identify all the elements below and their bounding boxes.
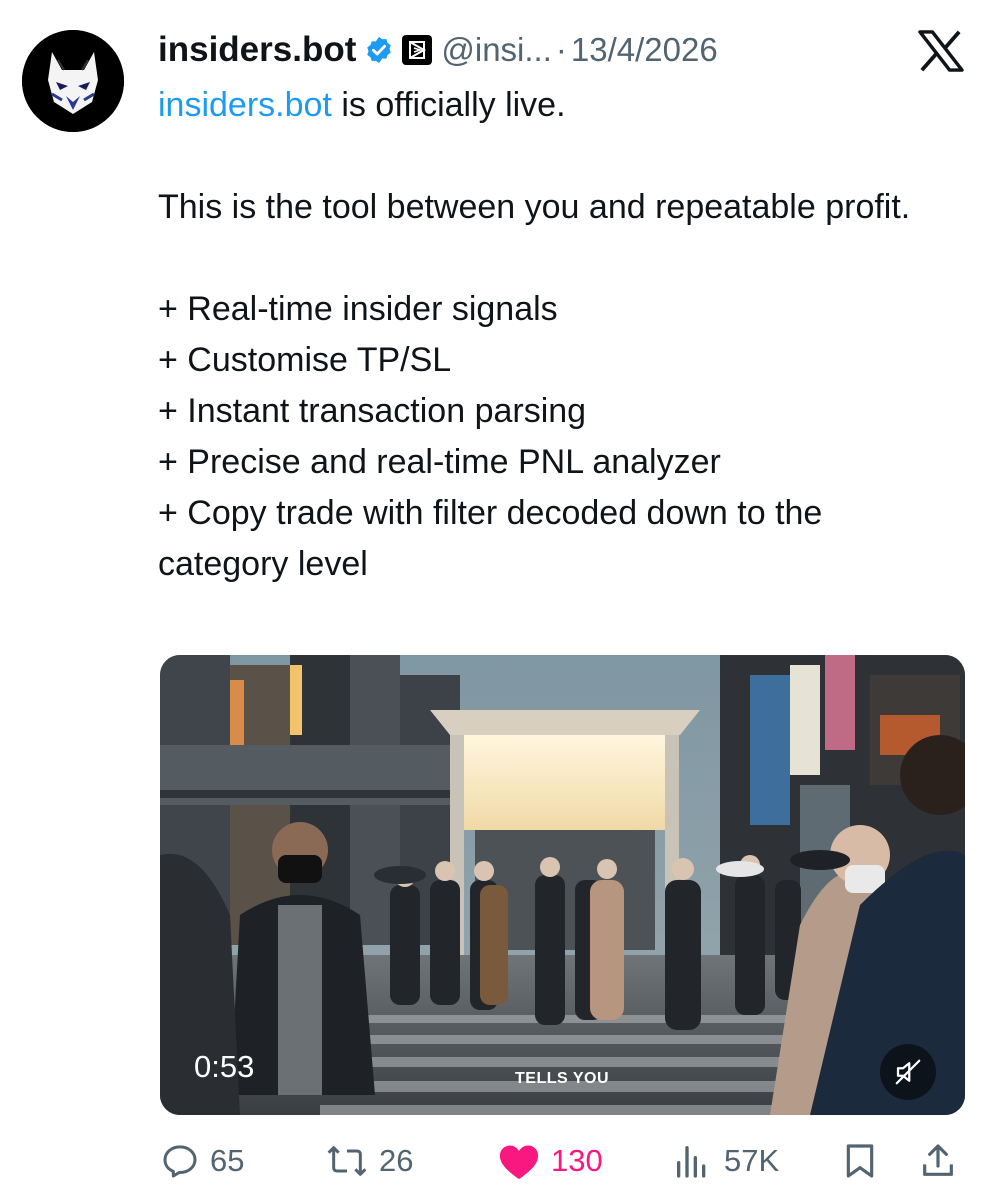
- tweet-header: insiders.bot @insi... · 13/4/2026: [158, 28, 718, 72]
- bookmark-button[interactable]: [840, 1136, 880, 1186]
- verified-badge-icon: [367, 36, 392, 64]
- bullet-item: + Precise and real-time PNL analyzer: [158, 443, 721, 481]
- text-line-1: insiders.bot is officially live.: [158, 80, 958, 131]
- video-caption: TELLS YOU: [515, 1070, 609, 1087]
- views-count: 57K: [724, 1143, 780, 1178]
- bullet-item: + Customise TP/SL: [158, 341, 452, 379]
- handle[interactable]: @insi...: [441, 31, 552, 69]
- repost-icon: [327, 1146, 367, 1176]
- views-button[interactable]: 57K: [670, 1136, 779, 1186]
- text-paragraph-2: This is the tool between you and repeata…: [158, 188, 911, 226]
- text-line-1-rest: is officially live.: [331, 86, 566, 124]
- mute-icon: [895, 1059, 921, 1085]
- like-button[interactable]: 130: [497, 1136, 603, 1186]
- views-icon: [677, 1146, 706, 1178]
- separator-dot: ·: [555, 31, 567, 68]
- tweet-actions: 65 26 130 57K: [160, 1136, 965, 1186]
- reply-count: 65: [210, 1143, 245, 1178]
- affiliate-badge-icon[interactable]: [402, 35, 433, 65]
- x-logo-icon[interactable]: [918, 30, 964, 72]
- video-thumbnail: [160, 655, 965, 1115]
- bookmark-icon: [846, 1144, 874, 1178]
- like-count: 130: [551, 1143, 603, 1178]
- mention-link[interactable]: insiders.bot: [158, 86, 332, 124]
- tweet-date[interactable]: 13/4/2026: [571, 31, 718, 69]
- repost-count: 26: [379, 1143, 414, 1178]
- tweet-text: insiders.bot is officially live. This is…: [158, 80, 958, 590]
- reply-button[interactable]: 65: [160, 1136, 244, 1186]
- avatar[interactable]: [22, 30, 124, 132]
- reply-icon: [163, 1145, 197, 1178]
- like-icon: [499, 1145, 539, 1180]
- mute-button[interactable]: [880, 1044, 936, 1100]
- display-name[interactable]: insiders.bot: [158, 30, 356, 70]
- bullet-item: + Copy trade with filter decoded down to…: [158, 494, 823, 583]
- video-player[interactable]: [160, 655, 965, 1115]
- share-icon: [923, 1144, 953, 1176]
- repost-button[interactable]: 26: [325, 1136, 413, 1186]
- share-button[interactable]: [918, 1136, 958, 1186]
- bullet-item: + Instant transaction parsing: [158, 392, 587, 430]
- fox-mask-icon: [22, 30, 124, 132]
- video-duration: 0:53: [194, 1049, 255, 1084]
- bullet-item: + Real-time insider signals: [158, 290, 558, 328]
